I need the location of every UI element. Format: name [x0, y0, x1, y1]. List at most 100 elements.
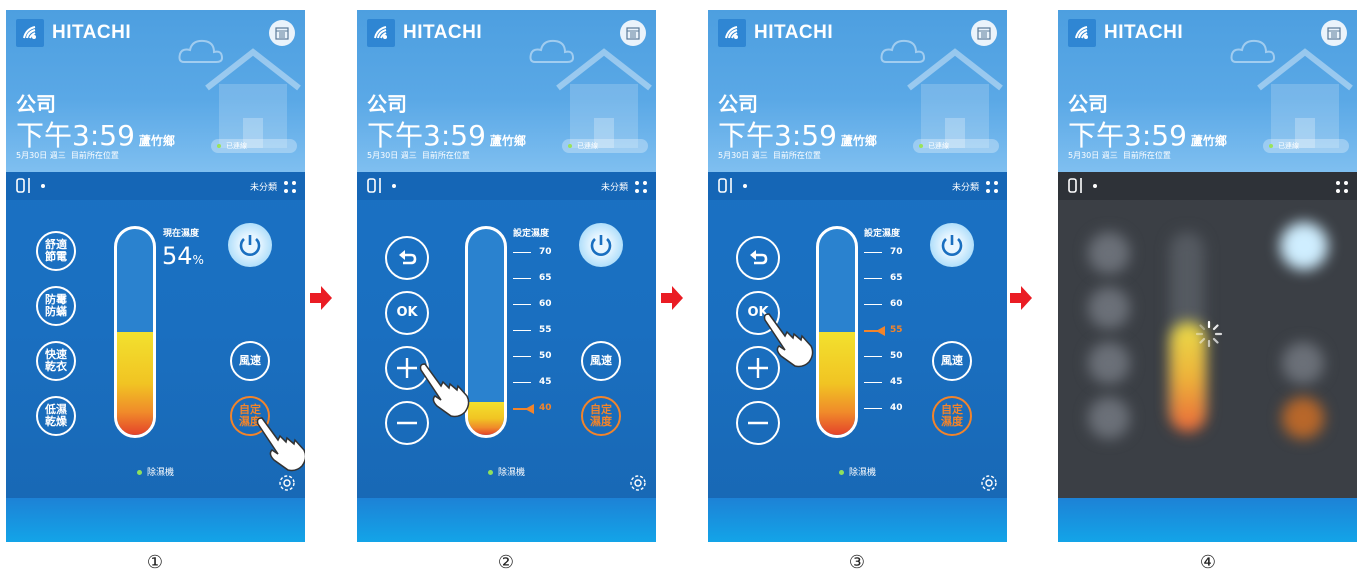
scale-tick-selected[interactable]: 40 [513, 403, 573, 414]
date-text: 5月30日 週三 [16, 151, 66, 160]
wifi-icon [1068, 19, 1096, 47]
mode-low-button[interactable]: 低濕乾燥 [36, 396, 76, 436]
scale-tick[interactable]: 65 [864, 273, 924, 284]
city-name: 蘆竹鄉 [489, 134, 526, 148]
back-button[interactable] [736, 236, 780, 280]
device-toolbar: 未分類 [6, 172, 305, 200]
mode-dry-button[interactable]: 快速乾衣 [36, 341, 76, 381]
header: HITACHI 公司 下午3:59 蘆竹鄉 5月30日 週三 目前所在位置 已連線 [708, 10, 1007, 172]
bottom-bar [708, 498, 1007, 542]
scale-tick[interactable]: 60 [513, 299, 573, 310]
step-number: ④ [1199, 552, 1217, 573]
back-button[interactable] [385, 236, 429, 280]
mode-comfort-button[interactable]: 舒適節電 [36, 231, 76, 271]
device-toolbar: 未分類 [357, 172, 656, 200]
scale-tick[interactable]: 45 [513, 377, 573, 388]
blurred-button [1088, 342, 1130, 384]
gear-icon[interactable] [628, 473, 648, 493]
bottom-bar [357, 498, 656, 542]
scale-tick-selected[interactable]: 55 [864, 325, 924, 336]
tick-label: 45 [539, 377, 552, 387]
wifi-icon [367, 19, 395, 47]
category-label[interactable]: 未分類 [601, 180, 628, 193]
loading-overlay [1058, 172, 1357, 498]
date-line: 5月30日 週三 目前所在位置 [367, 150, 470, 161]
scale-tick[interactable]: 70 [513, 247, 573, 258]
category-label[interactable]: 未分類 [250, 180, 277, 193]
power-button[interactable] [930, 223, 974, 267]
scale-tick[interactable]: 55 [513, 325, 573, 336]
brand-logo: HITACHI [52, 22, 132, 43]
loading-spinner-icon [1195, 320, 1223, 348]
header: HITACHI 公司 下午3:59 蘆竹鄉 5月30日 週三 目前所在位置 已連線 [357, 10, 656, 172]
fan-speed-button[interactable]: 風速 [581, 341, 621, 381]
device-icon[interactable] [718, 177, 734, 195]
current-position-text: 目前所在位置 [772, 151, 821, 160]
scale-tick[interactable]: 45 [864, 377, 924, 388]
scale-tick[interactable]: 50 [513, 351, 573, 362]
time-text: 下午3:59 [16, 119, 135, 152]
app-screen-4: HITACHI 公司 下午3:59 蘆竹鄉 5月30日 週三 目前所在位置 已連線 [1058, 10, 1357, 542]
current-time: 下午3:59 蘆竹鄉 [16, 114, 175, 154]
time-text: 下午3:59 [367, 119, 486, 152]
blurred-button [1282, 342, 1324, 384]
scale-tick[interactable]: 40 [864, 403, 924, 414]
gear-icon[interactable] [979, 473, 999, 493]
device-toolbar [1058, 172, 1357, 200]
scale-tick[interactable]: 65 [513, 273, 573, 284]
mode-mold-button[interactable]: 防霉防蟎 [36, 286, 76, 326]
house-icon [1257, 48, 1353, 148]
date-text: 5月30日 週三 [718, 151, 768, 160]
device-icon [1068, 178, 1082, 193]
tick-label: 65 [890, 273, 903, 283]
blurred-power [1280, 222, 1328, 270]
humidity-fill [117, 332, 153, 435]
step-number: ① [146, 552, 164, 573]
tick-label: 60 [890, 299, 903, 309]
fan-speed-label: 風速 [941, 354, 963, 367]
humidity-tube [114, 226, 156, 438]
connection-badge: 已連線 [211, 139, 297, 153]
grid-icon[interactable] [634, 180, 648, 194]
date-text: 5月30日 週三 [1068, 151, 1118, 160]
blurred-button [1088, 397, 1130, 439]
back-icon [399, 250, 417, 265]
tutorial-stage: HITACHI 公司 下午3:59 蘆竹鄉 5月30日 週三 目前所在位置 已連線… [0, 0, 1364, 576]
house-icon [907, 48, 1003, 148]
connection-status: 已連線 [1278, 142, 1299, 150]
category-label[interactable]: 未分類 [952, 180, 979, 193]
set-humidity-label: 設定濕度 [864, 229, 901, 239]
device-footer: 除濕機 [708, 465, 1007, 478]
blurred-button [1282, 397, 1324, 439]
app-screen-2: HITACHI 公司 下午3:59 蘆竹鄉 5月30日 週三 目前所在位置 已連線… [357, 10, 656, 542]
custom-humidity-button[interactable]: 自定濕度 [581, 396, 621, 436]
fan-speed-button[interactable]: 風速 [932, 341, 972, 381]
grid-icon [1336, 181, 1348, 193]
hand-pointer-icon [763, 313, 814, 368]
humidity-tube [816, 226, 858, 438]
scale-tick[interactable]: 70 [864, 247, 924, 258]
custom-humidity-label: 自定濕度 [941, 403, 963, 428]
tick-label: 40 [890, 403, 903, 413]
scale-tick[interactable]: 50 [864, 351, 924, 362]
step-number: ③ [848, 552, 866, 573]
date-line: 5月30日 週三 目前所在位置 [16, 150, 119, 161]
grid-icon[interactable] [985, 180, 999, 194]
ok-button[interactable]: OK [385, 291, 429, 335]
grid-icon[interactable] [283, 180, 297, 194]
power-button[interactable] [228, 223, 272, 267]
tick-label: 45 [890, 377, 903, 387]
house-icon [205, 48, 301, 148]
custom-humidity-label: 自定濕度 [590, 403, 612, 428]
scale-tick[interactable]: 60 [864, 299, 924, 310]
hand-pointer-icon [256, 417, 305, 472]
mode-mold-label: 防霉防蟎 [45, 293, 67, 318]
power-button[interactable] [579, 223, 623, 267]
custom-humidity-button[interactable]: 自定濕度 [932, 396, 972, 436]
current-humidity-value: 54% [162, 242, 204, 270]
gear-icon[interactable] [277, 473, 297, 493]
device-icon[interactable] [367, 177, 383, 195]
fan-speed-button[interactable]: 風速 [230, 341, 270, 381]
minus-button[interactable] [736, 401, 780, 445]
device-icon[interactable] [16, 177, 32, 195]
